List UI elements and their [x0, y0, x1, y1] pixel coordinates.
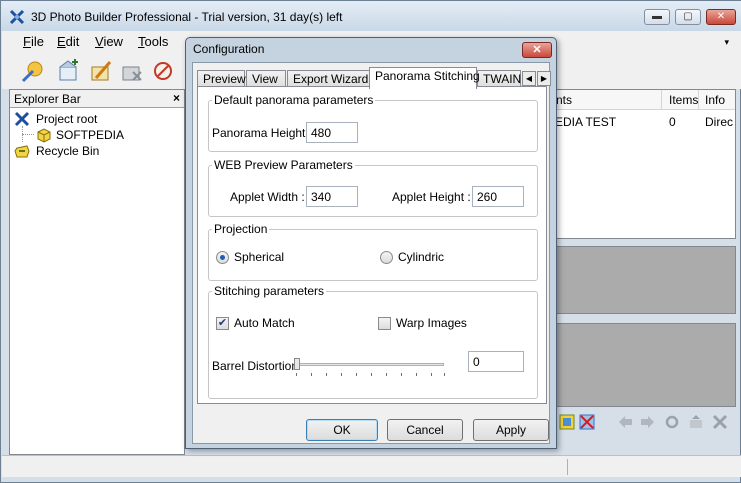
- barrel-distortion-input[interactable]: [468, 351, 524, 372]
- barrel-distortion-slider-thumb[interactable]: [294, 358, 300, 370]
- applet-height-input[interactable]: [472, 186, 524, 207]
- tab-panorama-stitching[interactable]: Panorama Stitching: [369, 67, 480, 89]
- main-window: 3D Photo Builder Professional - Trial ve…: [0, 0, 741, 483]
- column-header-items[interactable]: Items: [669, 93, 698, 107]
- arrow-left-icon[interactable]: [618, 414, 634, 430]
- arrow-right-icon[interactable]: [639, 414, 655, 430]
- dialog-title-bar[interactable]: Configuration ✕: [186, 38, 556, 62]
- auto-match-label[interactable]: Auto Match: [234, 316, 295, 330]
- group-title: Stitching parameters: [212, 284, 327, 298]
- dialog-body: Preview View Export Wizard Panorama Stit…: [192, 62, 551, 444]
- image-toolbar: [556, 411, 736, 433]
- applet-width-input[interactable]: [306, 186, 358, 207]
- app-logo-icon: [9, 9, 25, 25]
- close-button[interactable]: ✕: [706, 9, 736, 25]
- panorama-height-input[interactable]: [306, 122, 358, 143]
- menu-tools[interactable]: Tools: [138, 34, 168, 49]
- explorer-title: Explorer Bar: [14, 92, 81, 106]
- slider-tick: [341, 373, 342, 376]
- slider-tick: [431, 373, 432, 376]
- dialog-close-button[interactable]: ✕: [522, 42, 552, 58]
- slider-tick: [311, 373, 312, 376]
- minimize-button[interactable]: ▬: [644, 9, 670, 25]
- barrel-distortion-label: Barrel Distortion: [212, 359, 299, 373]
- spherical-radio[interactable]: [216, 251, 229, 264]
- thumbnail-panel: [556, 323, 736, 407]
- applet-width-label: Applet Width :: [230, 190, 305, 204]
- tree-label: Recycle Bin: [36, 144, 100, 158]
- folder-3d-icon: [37, 128, 51, 143]
- barrel-distortion-slider-track[interactable]: [296, 363, 444, 366]
- warp-images-label[interactable]: Warp Images: [396, 316, 467, 330]
- maximize-button[interactable]: ▢: [675, 9, 701, 25]
- dialog-title: Configuration: [193, 42, 265, 56]
- tab-strip: Preview View Export Wizard Panorama Stit…: [197, 67, 551, 89]
- cylindric-label[interactable]: Cylindric: [398, 250, 444, 264]
- table-cell-name[interactable]: EDIA TEST: [555, 115, 616, 129]
- auto-match-checkbox[interactable]: ✔: [216, 317, 229, 330]
- project-list: nts Items Info EDIA TEST 0 Direc: [555, 89, 736, 239]
- tab-panel-panorama-stitching: Default panorama parameters Panorama Hei…: [197, 86, 547, 404]
- slider-tick: [444, 373, 445, 376]
- preview-panel: [556, 246, 736, 314]
- column-header-info[interactable]: Info: [705, 93, 725, 107]
- export-icon[interactable]: [688, 414, 704, 430]
- image-icon[interactable]: [559, 414, 575, 430]
- panorama-height-label: Panorama Height :: [212, 126, 313, 140]
- status-bar: [2, 455, 741, 477]
- title-bar: 3D Photo Builder Professional - Trial ve…: [1, 1, 741, 31]
- slider-tick: [371, 373, 372, 376]
- slider-tick: [356, 373, 357, 376]
- remove-image-icon[interactable]: [579, 414, 595, 430]
- tab-scroll-left-button[interactable]: ◀: [522, 71, 536, 86]
- column-divider: [661, 90, 662, 110]
- close-view-icon[interactable]: [712, 414, 728, 430]
- column-header-comments[interactable]: nts: [556, 93, 572, 107]
- menu-view[interactable]: View: [95, 34, 123, 49]
- app-title: 3D Photo Builder Professional - Trial ve…: [31, 10, 343, 24]
- rotate-icon[interactable]: [664, 414, 680, 430]
- delete-project-icon[interactable]: [119, 58, 145, 84]
- tree-label: Project root: [36, 112, 98, 126]
- slider-tick: [326, 373, 327, 376]
- explorer-bar: Explorer Bar × Project root SOFTPEDIA Re…: [9, 89, 185, 455]
- list-header: nts Items Info: [556, 90, 735, 110]
- cylindric-radio[interactable]: [380, 251, 393, 264]
- menu-file[interactable]: File: [23, 34, 44, 49]
- apply-button[interactable]: Apply: [473, 419, 549, 441]
- column-divider: [698, 90, 699, 110]
- spherical-label[interactable]: Spherical: [234, 250, 284, 264]
- recycle-bin-icon: [14, 145, 30, 158]
- menu-overflow-icon[interactable]: ▾: [724, 37, 729, 48]
- edit-project-icon[interactable]: [88, 58, 114, 84]
- applet-height-label: Applet Height :: [392, 190, 471, 204]
- status-divider: [567, 459, 568, 475]
- cancel-button[interactable]: Cancel: [387, 419, 463, 441]
- table-cell-info: Direc: [705, 115, 734, 129]
- group-title: Default panorama parameters: [212, 93, 376, 107]
- tree-connector: [22, 134, 34, 135]
- tree-label: SOFTPEDIA: [56, 128, 125, 142]
- warp-images-checkbox[interactable]: [378, 317, 391, 330]
- group-title: WEB Preview Parameters: [212, 158, 355, 172]
- explorer-header: Explorer Bar ×: [10, 90, 184, 108]
- slider-tick: [296, 373, 297, 376]
- table-cell-items: 0: [669, 115, 676, 129]
- slider-tick: [386, 373, 387, 376]
- group-title: Projection: [212, 222, 270, 236]
- radio-selected-dot: [220, 255, 225, 260]
- explorer-close-button[interactable]: ×: [173, 91, 180, 105]
- group-stitching-parameters: [208, 291, 538, 399]
- wizard-icon[interactable]: [20, 58, 46, 84]
- slider-tick: [416, 373, 417, 376]
- menu-edit[interactable]: Edit: [57, 34, 79, 49]
- new-project-icon[interactable]: [56, 58, 82, 84]
- slider-tick: [401, 373, 402, 376]
- ok-button[interactable]: OK: [306, 419, 378, 441]
- project-root-icon: [14, 111, 30, 127]
- tab-scroll-right-button[interactable]: ▶: [537, 71, 551, 86]
- configuration-dialog: Configuration ✕ Preview View Export Wiza…: [185, 37, 557, 449]
- settings-icon[interactable]: [150, 58, 176, 84]
